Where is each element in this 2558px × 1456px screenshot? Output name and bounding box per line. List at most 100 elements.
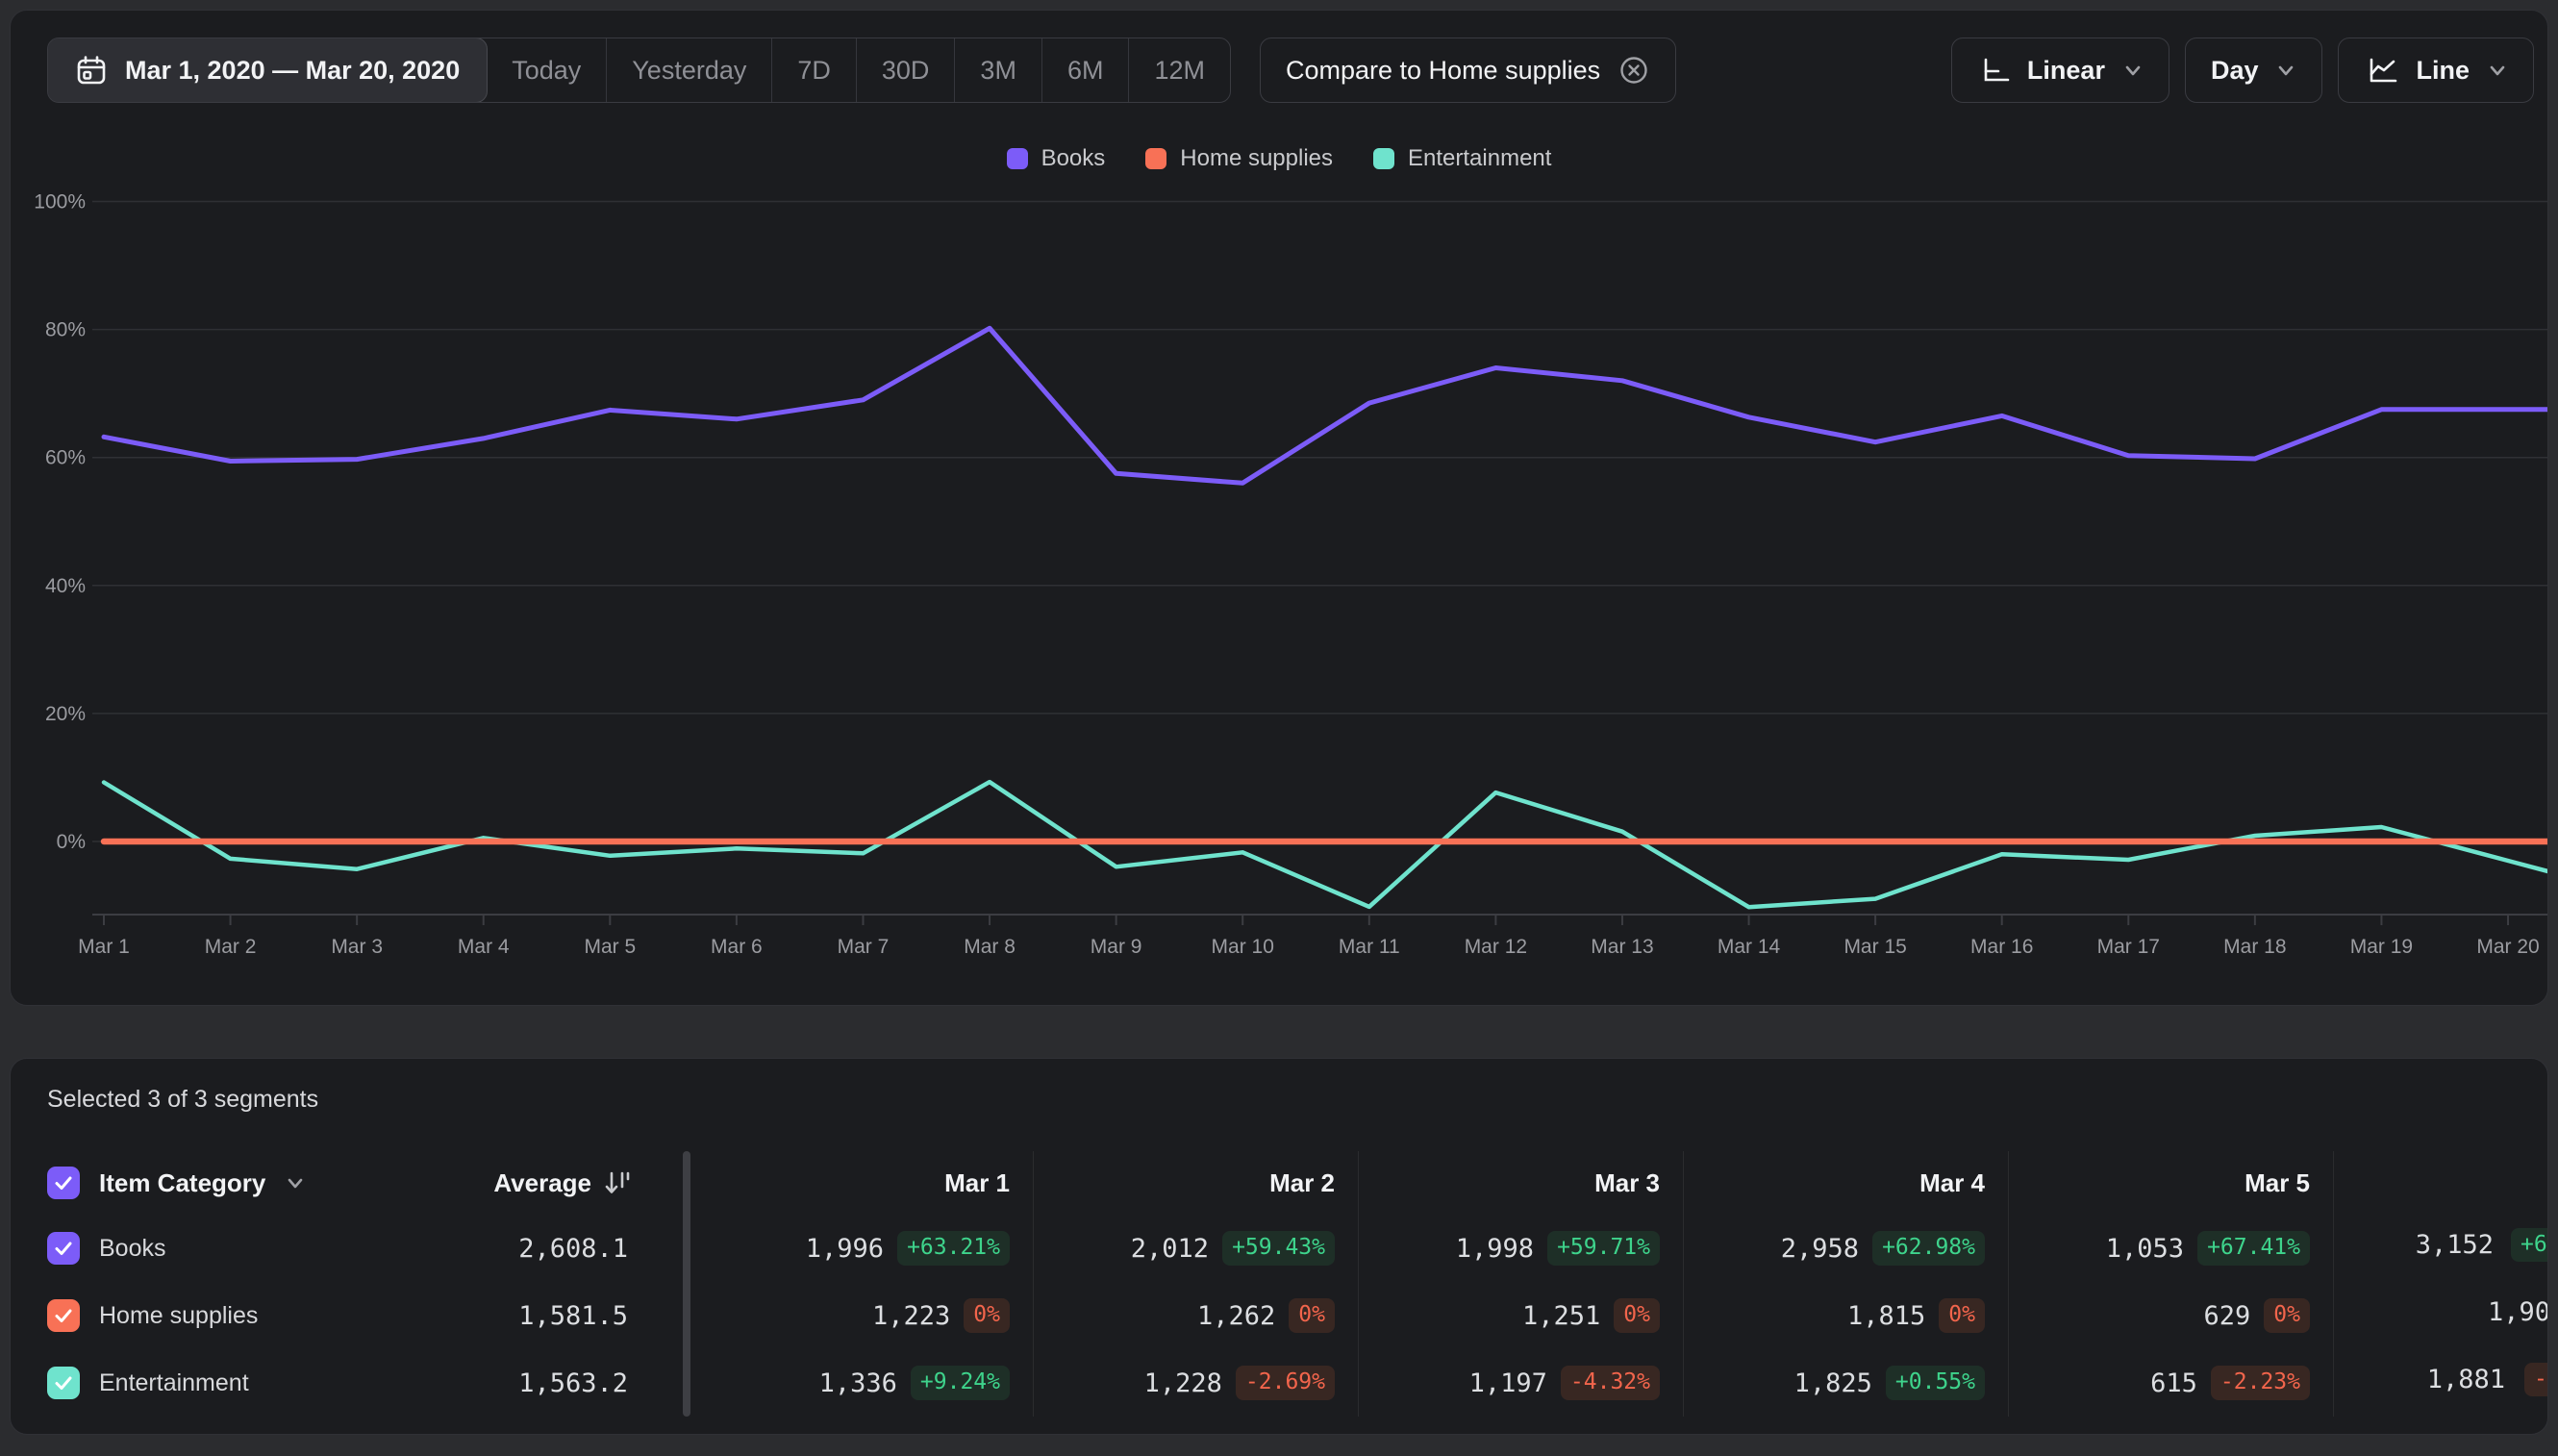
delta-badge: -2.69% — [1236, 1366, 1335, 1399]
delta-badge: +63.21% — [897, 1231, 1010, 1265]
calendar-icon — [75, 54, 108, 87]
table-row-books[interactable]: Books — [11, 1215, 318, 1282]
home-supplies-swatch — [1145, 148, 1166, 169]
close-circle-icon[interactable] — [1618, 54, 1650, 87]
preset-3m-button[interactable]: 3M — [955, 38, 1042, 102]
day-value: 1,825 — [1794, 1368, 1872, 1398]
chevron-down-icon — [2487, 60, 2508, 81]
legend-item-entertainment[interactable]: Entertainment — [1373, 145, 1551, 172]
books-swatch — [1007, 148, 1028, 169]
day-value: 1,336 — [819, 1368, 897, 1398]
x-axis-label: Mar 5 — [584, 936, 636, 958]
x-axis-label: Mar 15 — [1843, 936, 1906, 958]
scale-label: Linear — [2027, 56, 2105, 86]
row-label: Books — [99, 1235, 165, 1263]
x-axis-label: Mar 14 — [1718, 936, 1781, 958]
legend-item-books[interactable]: Books — [1007, 145, 1106, 172]
compare-label: Compare to Home supplies — [1286, 56, 1600, 86]
x-axis-label: Mar 13 — [1591, 936, 1653, 958]
x-axis-label: Mar 20 — [2476, 936, 2539, 958]
column-mar-1: Mar 1 1,996+63.21% 1,2230% 1,336+9.24% — [709, 1151, 1034, 1417]
legend-label: Entertainment — [1408, 145, 1551, 172]
x-axis-label: Mar 19 — [2350, 936, 2413, 958]
table-row-home-supplies[interactable]: Home supplies — [11, 1282, 318, 1349]
delta-badge-clipped: +6 — [2511, 1228, 2548, 1262]
date-range-label: Mar 1, 2020 — Mar 20, 2020 — [125, 56, 460, 86]
home-supplies-checkbox[interactable] — [47, 1299, 80, 1332]
average-header[interactable]: Average — [318, 1151, 665, 1215]
row-label: Entertainment — [99, 1369, 249, 1397]
delta-badge: +9.24% — [911, 1366, 1010, 1399]
legend-label: Home supplies — [1180, 145, 1333, 172]
compare-button[interactable]: Compare to Home supplies — [1260, 38, 1676, 103]
entertainment-checkbox[interactable] — [47, 1367, 80, 1399]
frozen-column-divider — [665, 1151, 709, 1417]
delta-badge: 0% — [964, 1298, 1010, 1332]
preset-7d-button[interactable]: 7D — [772, 38, 857, 102]
column-mar-3: Mar 3 1,998+59.71% 1,2510% 1,197-4.32% — [1359, 1151, 1684, 1417]
chart-card: Mar 1, 2020 — Mar 20, 2020 Today Yesterd… — [10, 10, 2548, 1006]
y-axis-label: 40% — [45, 575, 86, 597]
granularity-dropdown[interactable]: Day — [2185, 38, 2323, 103]
y-axis-label: 20% — [45, 703, 86, 725]
day-value-clipped: 1,881 — [2427, 1365, 2505, 1394]
delta-badge: -2.23% — [2211, 1366, 2310, 1399]
average-value: 1,563.2 — [518, 1368, 628, 1398]
item-category-label: Item Category — [99, 1168, 265, 1198]
chevron-down-icon — [2275, 60, 2296, 81]
legend-label: Books — [1041, 145, 1106, 172]
series-line-entertainment — [104, 782, 2548, 907]
column-mar-5: Mar 5 1,053+67.41% 6290% 615-2.23% — [2009, 1151, 2334, 1417]
preset-12m-button[interactable]: 12M — [1129, 38, 1230, 102]
preset-today-button[interactable]: Today — [487, 38, 607, 102]
x-axis-label: Mar 2 — [205, 936, 257, 958]
books-checkbox[interactable] — [47, 1232, 80, 1265]
row-label: Home supplies — [99, 1302, 258, 1330]
day-value: 1,251 — [1522, 1301, 1600, 1331]
segments-table-card: Selected 3 of 3 segments Item Category B… — [10, 1058, 2548, 1435]
day-value: 2,012 — [1131, 1234, 1209, 1264]
item-category-header[interactable]: Item Category — [11, 1151, 318, 1215]
chart-legend: Books Home supplies Entertainment — [11, 145, 2547, 172]
delta-badge: +67.41% — [2197, 1231, 2310, 1265]
item-category-column: Item Category Books Home supplies — [11, 1151, 318, 1417]
toolbar-left-group: Mar 1, 2020 — Mar 20, 2020 Today Yesterd… — [47, 38, 1676, 103]
delta-badge: +59.71% — [1547, 1231, 1660, 1265]
delta-badge: 0% — [1939, 1298, 1985, 1332]
day-value: 629 — [2204, 1301, 2251, 1331]
date-range-button[interactable]: Mar 1, 2020 — Mar 20, 2020 — [47, 38, 488, 103]
column-mar-2: Mar 2 2,012+59.43% 1,2620% 1,228-2.69% — [1034, 1151, 1359, 1417]
segments-table: Item Category Books Home supplies — [11, 1151, 2548, 1417]
select-all-checkbox[interactable] — [47, 1167, 80, 1199]
preset-6m-button[interactable]: 6M — [1042, 38, 1130, 102]
x-axis-label: Mar 9 — [1091, 936, 1142, 958]
x-axis-label: Mar 3 — [331, 936, 383, 958]
average-column: Average 2,608.1 1,581.5 1,563.2 — [318, 1151, 665, 1417]
date-header: Mar 4 — [1684, 1151, 2008, 1215]
segments-selected-summary: Selected 3 of 3 segments — [47, 1086, 318, 1114]
chart-type-dropdown[interactable]: Line — [2338, 38, 2534, 103]
toolbar-right-group: Linear Day Line — [1951, 38, 2534, 103]
x-axis-label: Mar 17 — [2097, 936, 2160, 958]
legend-item-home-supplies[interactable]: Home supplies — [1145, 145, 1333, 172]
x-axis-label: Mar 12 — [1465, 936, 1527, 958]
chevron-down-icon — [2122, 60, 2144, 81]
preset-30d-button[interactable]: 30D — [857, 38, 956, 102]
chart-toolbar: Mar 1, 2020 — Mar 20, 2020 Today Yesterd… — [11, 38, 2547, 103]
date-preset-control: Mar 1, 2020 — Mar 20, 2020 Today Yesterd… — [47, 38, 1231, 103]
date-header: Mar 3 — [1359, 1151, 1683, 1215]
delta-badge-clipped: - — [2524, 1363, 2548, 1396]
chevron-down-icon — [285, 1172, 306, 1193]
table-row-entertainment[interactable]: Entertainment — [11, 1349, 318, 1417]
x-axis-label: Mar 10 — [1212, 936, 1274, 958]
sort-descending-icon — [603, 1168, 632, 1197]
scale-dropdown[interactable]: Linear — [1951, 38, 2169, 103]
x-axis-label: Mar 1 — [78, 936, 130, 958]
delta-badge: +62.98% — [1872, 1231, 1985, 1265]
day-value: 1,262 — [1197, 1301, 1275, 1331]
preset-yesterday-button[interactable]: Yesterday — [607, 38, 772, 102]
x-axis-label: Mar 18 — [2223, 936, 2286, 958]
average-value: 2,608.1 — [518, 1234, 628, 1264]
delta-badge: -4.32% — [1561, 1366, 1660, 1399]
column-mar-4: Mar 4 2,958+62.98% 1,8150% 1,825+0.55% — [1684, 1151, 2009, 1417]
